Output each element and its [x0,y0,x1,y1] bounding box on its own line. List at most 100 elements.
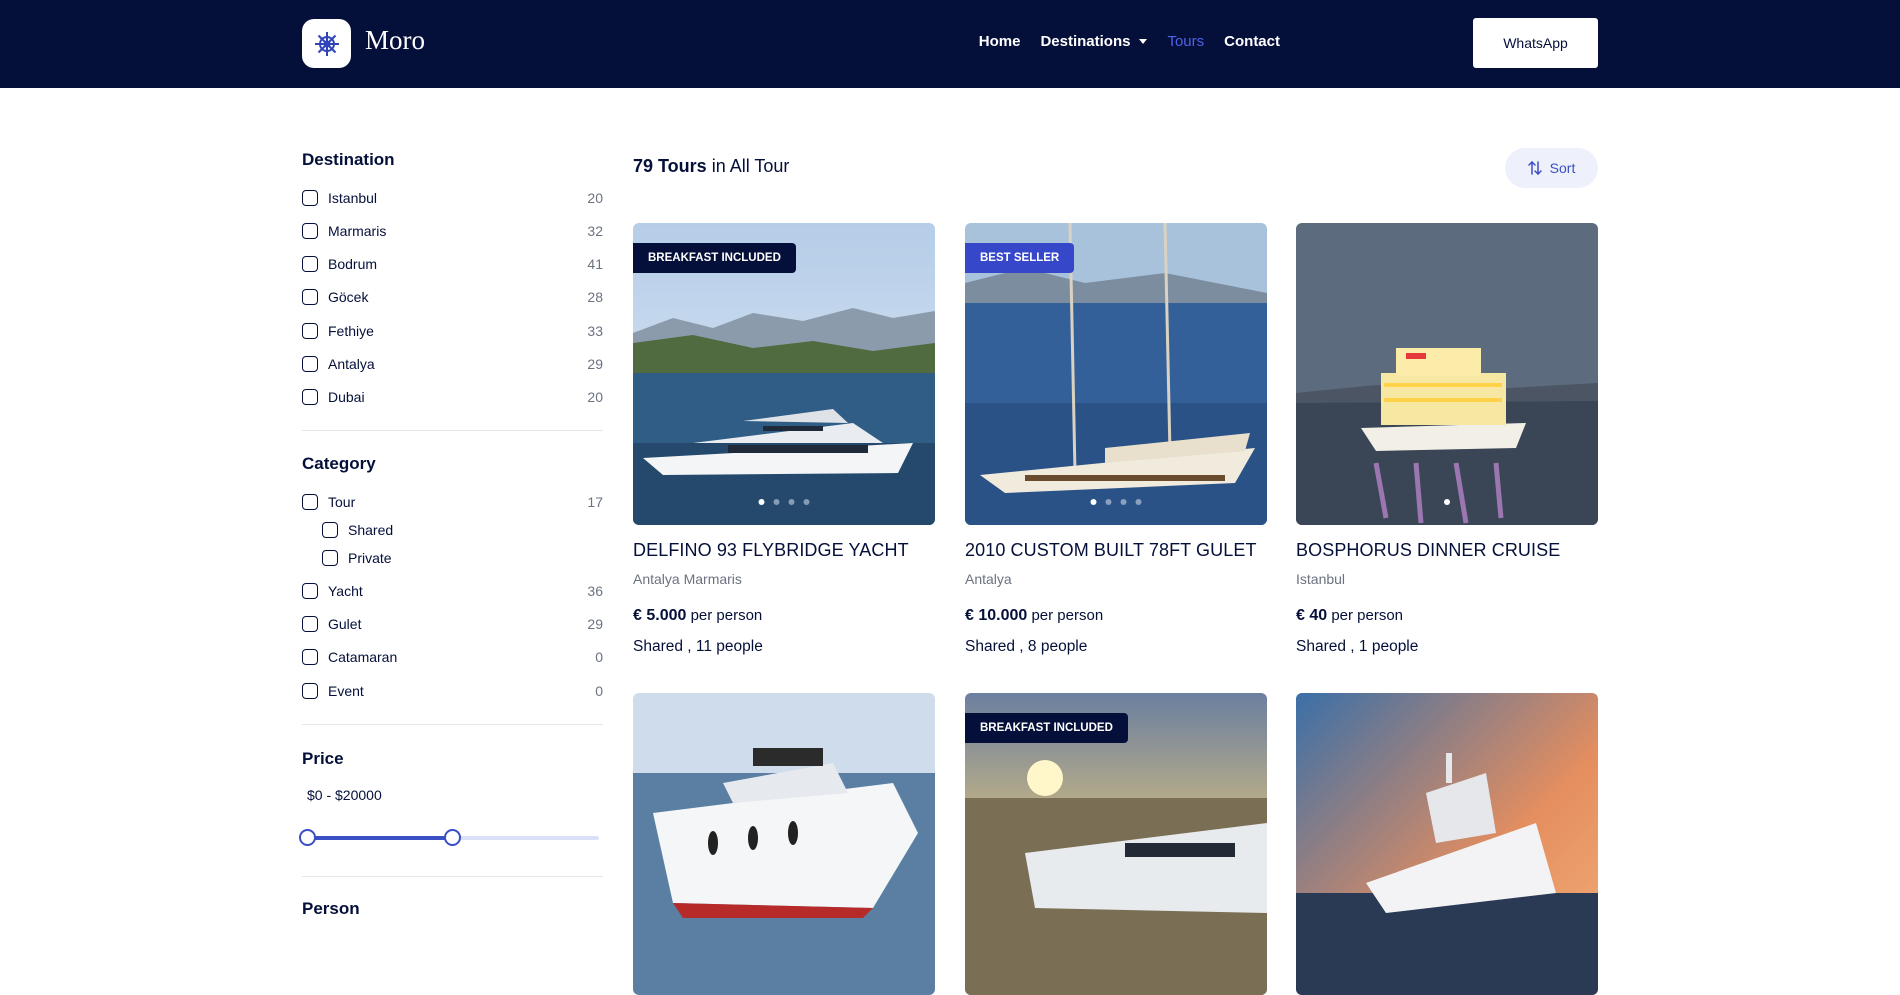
nav-contact[interactable]: Contact [1224,33,1280,50]
destination-option[interactable]: Fethiye 33 [302,320,603,342]
option-count: 33 [587,323,603,339]
destination-option[interactable]: Marmaris 32 [302,220,603,242]
divider [302,876,603,877]
carousel-dot[interactable] [788,499,795,505]
carousel-dot[interactable] [1135,499,1142,505]
tour-image[interactable] [1296,693,1598,995]
destination-option[interactable]: Dubai 20 [302,386,603,408]
checkbox[interactable] [302,494,318,510]
nav-tours[interactable]: Tours [1167,33,1204,50]
tour-card[interactable] [633,693,935,995]
checkbox[interactable] [302,190,318,206]
carousel-dots[interactable] [1090,499,1142,505]
destination-option[interactable]: Göcek 28 [302,286,603,308]
category-option[interactable]: Yacht 36 [302,580,603,602]
carousel-dot[interactable] [1105,499,1112,505]
tour-price-unit: per person [1331,607,1404,624]
option-label: Göcek [328,289,369,305]
checkbox[interactable] [302,223,318,239]
chevron-down-icon [1139,39,1148,44]
tour-meta: Shared , 1 people [1296,638,1419,655]
option-count: 20 [587,190,603,206]
tour-price: € 5.000 [633,607,687,624]
carousel-dot[interactable] [1090,499,1097,505]
divider [302,724,603,725]
tour-price: € 40 [1296,607,1328,624]
option-count: 36 [587,583,603,599]
price-slider-max-handle[interactable] [444,829,461,846]
sort-button[interactable]: Sort [1505,148,1598,188]
tour-image[interactable]: BREAKFAST INCLUDED [965,693,1267,995]
category-suboption[interactable]: Shared [322,519,603,541]
checkbox[interactable] [302,683,318,699]
destination-option[interactable]: Bodrum 41 [302,253,603,275]
carousel-dots[interactable] [1444,499,1450,505]
option-count: 29 [587,356,603,372]
brand-name[interactable]: Moro [365,25,425,56]
option-count: 28 [587,289,603,305]
nav-destinations[interactable]: Destinations [1040,33,1148,50]
tour-location: Antalya [965,571,1012,587]
tour-title[interactable]: 2010 CUSTOM BUILT 78FT GULET [965,540,1267,561]
ship-wheel-logo-icon[interactable] [302,19,351,68]
option-label: Yacht [328,583,363,599]
category-option[interactable]: Gulet 29 [302,613,603,635]
tour-location: Antalya Marmaris [633,571,742,587]
tour-location: Istanbul [1296,571,1346,587]
tour-price: € 10.000 [965,607,1028,624]
checkbox[interactable] [302,583,318,599]
checkbox[interactable] [302,356,318,372]
destination-option[interactable]: Antalya 29 [302,353,603,375]
tour-image[interactable]: BEST SELLER [965,223,1267,525]
whatsapp-button[interactable]: WhatsApp [1473,18,1598,68]
carousel-dots[interactable] [758,499,810,505]
option-count: 0 [595,649,603,665]
checkbox[interactable] [322,522,338,538]
category-suboption[interactable]: Private [322,547,603,569]
option-label: Shared [348,522,394,538]
tour-image[interactable] [633,693,935,995]
tour-meta: Shared , 8 people [965,638,1088,655]
checkbox[interactable] [302,289,318,305]
option-label: Private [348,550,392,566]
tour-price-unit: per person [1031,607,1104,624]
tour-card[interactable]: BEST SELLER 2010 CUSTOM BUILT 78FT GULET… [965,223,1267,656]
tour-title[interactable]: BOSPHORUS DINNER CRUISE [1296,540,1598,561]
carousel-dot[interactable] [1444,499,1450,505]
option-label: Antalya [328,356,375,372]
option-label: Gulet [328,616,362,632]
carousel-dot[interactable] [1120,499,1127,505]
category-filter-title: Category [302,454,376,473]
main-nav: Home Destinations Tours Contact [979,33,1280,50]
checkbox[interactable] [302,649,318,665]
sort-label: Sort [1549,160,1576,176]
nav-home[interactable]: Home [979,33,1021,50]
destination-option[interactable]: Istanbul 20 [302,187,603,209]
checkbox[interactable] [302,256,318,272]
option-label: Event [328,683,364,699]
price-slider-min-handle[interactable] [299,829,316,846]
tour-badge: BREAKFAST INCLUDED [965,713,1128,743]
checkbox[interactable] [302,616,318,632]
carousel-dot[interactable] [773,499,780,505]
tour-card[interactable]: BREAKFAST INCLUDED DELFINO 93 FLYBRIDGE … [633,223,935,656]
tour-image[interactable]: BREAKFAST INCLUDED [633,223,935,525]
category-option[interactable]: Tour 17 [302,491,603,513]
tour-card[interactable]: BREAKFAST INCLUDED [965,693,1267,995]
price-range-value: $0 - $20000 [307,787,382,803]
option-count: 32 [587,223,603,239]
results-summary: 79 Tours in All Tour [633,156,789,177]
option-label: Marmaris [328,223,387,239]
tour-card[interactable]: BOSPHORUS DINNER CRUISE Istanbul € 40 pe… [1296,223,1598,656]
category-option[interactable]: Catamaran 0 [302,646,603,668]
checkbox[interactable] [302,389,318,405]
tour-image[interactable] [1296,223,1598,525]
category-option[interactable]: Event 0 [302,680,603,702]
carousel-dot[interactable] [803,499,810,505]
tour-card[interactable] [1296,693,1598,995]
carousel-dot[interactable] [758,499,765,505]
tour-meta: Shared , 11 people [633,638,763,655]
tour-title[interactable]: DELFINO 93 FLYBRIDGE YACHT [633,540,935,561]
checkbox[interactable] [302,323,318,339]
checkbox[interactable] [322,550,338,566]
